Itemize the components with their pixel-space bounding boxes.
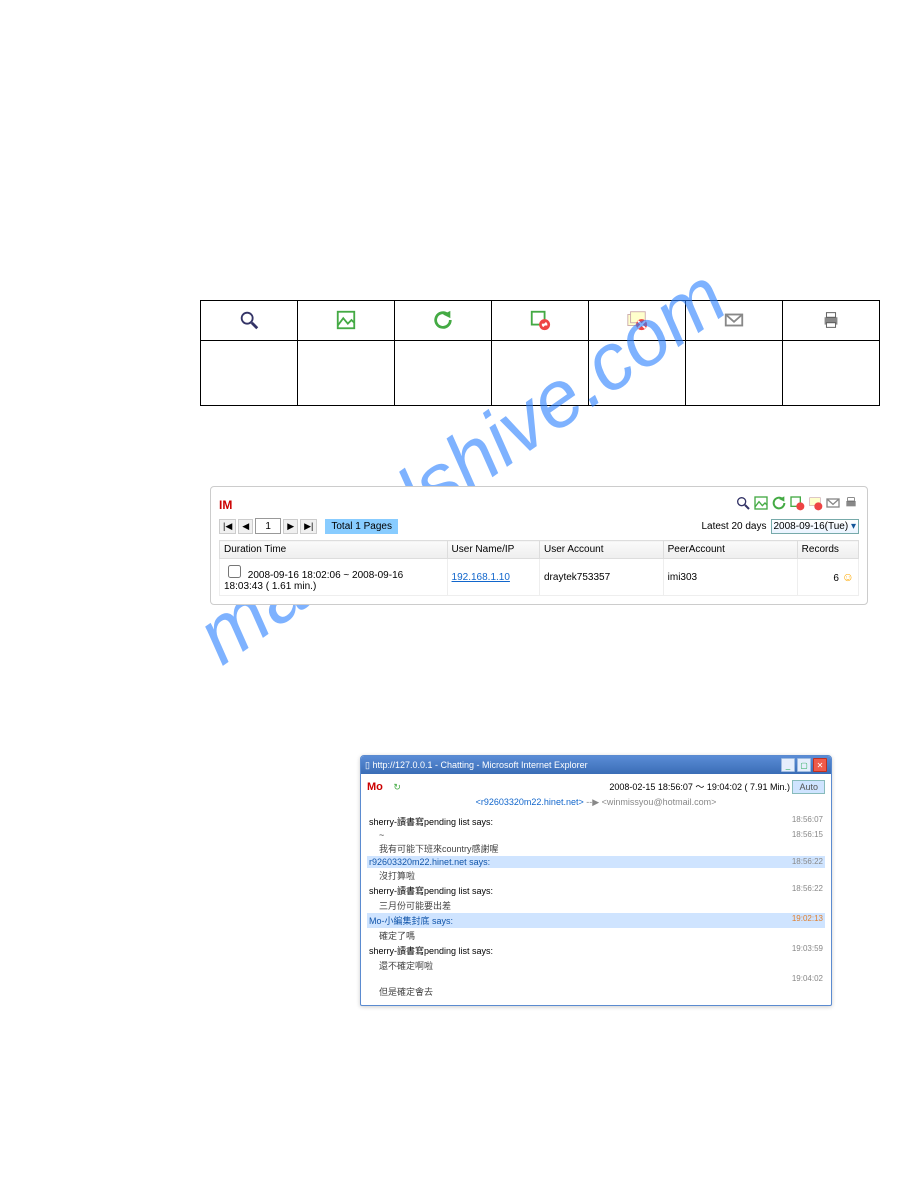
latest-date-select[interactable]: 2008-09-16(Tue) ▾ xyxy=(771,519,860,534)
chat-message-row: r92603320m22.hinet.net says: 18:56:22 xyxy=(367,856,825,868)
chat-message-text: ~ xyxy=(369,830,384,840)
search-label xyxy=(201,341,298,406)
chat-mo-label: Mo xyxy=(367,781,383,793)
chat-message-row: sherry-讀書寫pending list says: 18:56:07 xyxy=(367,814,825,829)
pager: |◀ ◀ ▶ ▶| Total 1 Pages xyxy=(219,518,398,534)
im-toolbar xyxy=(735,495,859,514)
chat-addresses: <r92603320m22.hinet.net> --▶ <winmissyou… xyxy=(367,797,825,808)
row-records-count: 6 xyxy=(833,573,839,584)
delete-all-icon[interactable] xyxy=(589,301,686,341)
chat-addr-to: <winmissyou@hotmail.com> xyxy=(602,797,717,807)
chat-message-row: 確定了嗎 xyxy=(367,928,825,943)
latest-label: Latest 20 days xyxy=(701,521,766,532)
search-icon[interactable] xyxy=(735,495,751,514)
chat-message-row: 19:04:02 xyxy=(367,973,825,984)
col-peeraccount: PeerAccount xyxy=(663,541,797,559)
row-peeraccount: imi303 xyxy=(663,559,797,596)
chat-message-text: sherry-讀書寫pending list says: xyxy=(369,815,493,828)
print-icon[interactable] xyxy=(783,301,880,341)
delete-selected-icon[interactable] xyxy=(492,301,589,341)
chat-message-time: 19:04:02 xyxy=(792,974,823,983)
pager-prev[interactable]: ◀ xyxy=(238,519,253,534)
chat-message-row: sherry-讀書寫pending list says: 19:03:59 xyxy=(367,943,825,958)
mail-icon[interactable] xyxy=(686,301,783,341)
toolbar-icon-table xyxy=(200,300,880,406)
chat-addr-from: <r92603320m22.hinet.net> xyxy=(476,797,584,807)
refresh-label xyxy=(395,341,492,406)
refresh-icon[interactable] xyxy=(395,301,492,341)
chat-message-row: 沒打算啦 xyxy=(367,868,825,883)
emoji-icon[interactable]: ☺ xyxy=(842,570,854,584)
chat-message-text: 我有可能下班來country感謝喔 xyxy=(369,842,499,855)
col-records: Records xyxy=(797,541,858,559)
pager-last[interactable]: ▶| xyxy=(300,519,317,534)
minimize-button[interactable]: _ xyxy=(781,758,795,772)
chat-message-text: 還不確定啊啦 xyxy=(369,959,433,972)
col-username: User Name/IP xyxy=(447,541,539,559)
chat-message-row: sherry-讀書寫pending list says: 18:56:22 xyxy=(367,883,825,898)
chat-message-text: Mo-小編集封底 says: xyxy=(369,914,453,927)
chat-message-row: 三月份可能要出差 xyxy=(367,898,825,913)
chat-message-time: 18:56:07 xyxy=(792,815,823,828)
mail-label xyxy=(686,341,783,406)
row-useraccount: draytek753357 xyxy=(540,559,664,596)
delete-selected-icon[interactable] xyxy=(789,495,805,514)
chat-message-text: r92603320m22.hinet.net says: xyxy=(369,857,490,867)
chat-message-row: Mo-小編集封底 says: 19:02:13 xyxy=(367,913,825,928)
pager-total: Total 1 Pages xyxy=(325,519,398,534)
delall-label xyxy=(589,341,686,406)
table-row[interactable]: 2008-09-16 18:02:06 ~ 2008-09-16 18:03:4… xyxy=(220,559,859,596)
chat-window: ▯ http://127.0.0.1 - Chatting - Microsof… xyxy=(360,755,832,1006)
chat-message-text: 沒打算啦 xyxy=(369,869,415,882)
pager-page-input[interactable] xyxy=(255,518,281,534)
chat-message-time: 18:56:15 xyxy=(792,830,823,840)
row-duration: 2008-09-16 18:02:06 ~ 2008-09-16 18:03:4… xyxy=(224,570,403,592)
col-useraccount: User Account xyxy=(540,541,664,559)
chat-message-row: 我有可能下班來country感謝喔 xyxy=(367,841,825,856)
chat-message-time: 19:02:13 xyxy=(792,914,823,927)
chat-messages: sherry-讀書寫pending list says:18:56:07~18:… xyxy=(367,814,825,999)
close-button[interactable]: ✕ xyxy=(813,758,827,772)
chat-refresh-icon[interactable]: ↻ xyxy=(393,782,401,792)
search-icon[interactable] xyxy=(201,301,298,341)
row-checkbox[interactable] xyxy=(228,565,241,578)
chat-title-text: http://127.0.0.1 - Chatting - Microsoft … xyxy=(372,760,587,770)
chat-auto-button[interactable]: Auto xyxy=(792,780,825,794)
delete-all-icon[interactable] xyxy=(807,495,823,514)
chat-message-text: 確定了嗎 xyxy=(369,929,415,942)
print-label xyxy=(783,341,880,406)
chat-message-text: sherry-讀書寫pending list says: xyxy=(369,944,493,957)
chat-message-text: 但是確定會去 xyxy=(369,985,433,998)
row-ip-link[interactable]: 192.168.1.10 xyxy=(452,572,510,583)
chevron-down-icon: ▾ xyxy=(851,521,856,532)
im-panel: IM |◀ ◀ ▶ ▶| Total 1 Pages Latest 2 xyxy=(210,486,868,605)
col-duration: Duration Time xyxy=(220,541,448,559)
chat-message-text: 三月份可能要出差 xyxy=(369,899,451,912)
chat-message-row: 但是確定會去 xyxy=(367,984,825,999)
ie-page-icon: ▯ xyxy=(365,760,370,770)
refresh-icon[interactable] xyxy=(771,495,787,514)
delsel-label xyxy=(492,341,589,406)
pager-next[interactable]: ▶ xyxy=(283,519,298,534)
image-icon[interactable] xyxy=(753,495,769,514)
image-label xyxy=(298,341,395,406)
print-icon[interactable] xyxy=(843,495,859,514)
chat-time-range: 2008-02-15 18:56:07 ～ 19:04:02 ( 7.91 Mi… xyxy=(609,782,790,792)
pager-first[interactable]: |◀ xyxy=(219,519,236,534)
arrow-icon: --▶ xyxy=(586,797,599,807)
chat-message-row: 還不確定啊啦 xyxy=(367,958,825,973)
chat-message-time: 18:56:22 xyxy=(792,884,823,897)
chat-message-time: 18:56:22 xyxy=(792,857,823,867)
im-title: IM xyxy=(219,498,232,512)
chat-message-row: ~18:56:15 xyxy=(367,829,825,841)
chat-message-text: sherry-讀書寫pending list says: xyxy=(369,884,493,897)
mail-icon[interactable] xyxy=(825,495,841,514)
im-data-table: Duration Time User Name/IP User Account … xyxy=(219,540,859,596)
image-icon[interactable] xyxy=(298,301,395,341)
chat-message-time: 19:03:59 xyxy=(792,944,823,957)
chat-titlebar[interactable]: ▯ http://127.0.0.1 - Chatting - Microsof… xyxy=(361,756,831,774)
maximize-button[interactable]: ▢ xyxy=(797,758,811,772)
